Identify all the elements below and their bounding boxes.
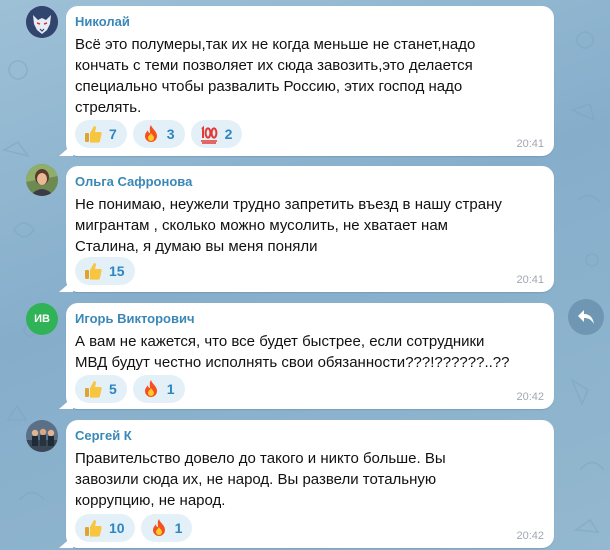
- message-time: 20:41: [516, 274, 544, 286]
- thumbs-up-icon: [85, 520, 102, 537]
- initials-avatar[interactable]: ИВ: [26, 303, 58, 335]
- wolf-avatar-icon[interactable]: [26, 6, 58, 38]
- message-time: 20:42: [516, 530, 544, 542]
- reaction-thumbs-up[interactable]: 5: [75, 375, 127, 403]
- message-text-line: специально чтобы развалить Россию, этих …: [75, 78, 463, 95]
- reaction-fire[interactable]: 1: [140, 514, 193, 542]
- reaction-thumbs-up[interactable]: 15: [75, 257, 135, 285]
- message-text: Правительство довело до такого и никто б…: [75, 448, 541, 511]
- thumbs-up-icon: [85, 126, 102, 143]
- reaction-thumbs-up[interactable]: 7: [75, 120, 127, 148]
- message-time: 20:42: [516, 391, 544, 403]
- message-bubble[interactable]: Николай Всё это полумеры,так их не когда…: [66, 6, 554, 156]
- reaction-fire[interactable]: 1: [132, 375, 185, 403]
- message-text-line: А вам не кажется, что все будет быстрее,…: [75, 333, 485, 350]
- message-bubble[interactable]: Ольга Сафронова Не понимаю, неужели труд…: [66, 166, 554, 292]
- reply-arrow-icon: [578, 310, 594, 324]
- reactions-bar: 5 1: [75, 375, 185, 403]
- thumbs-up-icon: [85, 381, 102, 398]
- fire-icon: [152, 519, 165, 536]
- message-text-line: завозили сюда их, не народ. Вы развели т…: [75, 471, 437, 488]
- group-photo-avatar[interactable]: [26, 420, 58, 452]
- reaction-count: 5: [109, 381, 117, 397]
- reactions-bar: 10 1: [75, 514, 193, 542]
- message-bubble[interactable]: Игорь Викторович А вам не кажется, что в…: [66, 303, 554, 409]
- woman-photo-avatar[interactable]: [26, 164, 58, 196]
- reactions-bar: 7 3 2: [75, 120, 243, 148]
- message-time: 20:41: [516, 138, 544, 150]
- message-text-line: Не понимаю, неужели трудно запретить въе…: [75, 196, 502, 213]
- avatar-initials: ИВ: [34, 313, 50, 325]
- sender-name[interactable]: Игорь Викторович: [75, 311, 195, 326]
- message-text: Всё это полумеры,так их не когда меньше …: [75, 34, 541, 118]
- reaction-hundred[interactable]: 2: [190, 120, 243, 148]
- message-text-line: стрелять.: [75, 99, 142, 116]
- message-text-line: мигрантам , сколько можно мусолить, не х…: [75, 217, 448, 234]
- reaction-count: 7: [109, 126, 117, 142]
- sender-name[interactable]: Ольга Сафронова: [75, 174, 192, 189]
- message-text: Не понимаю, неужели трудно запретить въе…: [75, 194, 541, 257]
- reaction-count: 1: [174, 520, 183, 536]
- reaction-count: 2: [224, 126, 233, 142]
- reaction-thumbs-up[interactable]: 10: [75, 514, 135, 542]
- thumbs-up-icon: [85, 263, 102, 280]
- reaction-fire[interactable]: 3: [132, 120, 185, 148]
- message-bubble[interactable]: Сергей К Правительство довело до такого …: [66, 420, 554, 548]
- reaction-count: 10: [109, 520, 125, 536]
- reaction-count: 1: [166, 381, 175, 397]
- message-text-line: Правительство довело до такого и никто б…: [75, 450, 446, 467]
- reactions-bar: 15: [75, 257, 135, 285]
- message-text-line: Всё это полумеры,так их не когда меньше …: [75, 36, 476, 53]
- sender-name[interactable]: Сергей К: [75, 428, 132, 443]
- message-text-line: Сталина, я думаю вы меня поняли: [75, 238, 318, 255]
- fire-icon: [144, 380, 157, 397]
- sender-name[interactable]: Николай: [75, 14, 130, 29]
- reaction-count: 15: [109, 263, 125, 279]
- message-text-line: кончать с теми позволяет их сюда завозит…: [75, 57, 473, 74]
- message-text-line: МВД будут честно исполнять свои обязанно…: [75, 354, 510, 371]
- fire-icon: [144, 125, 157, 142]
- message-text: А вам не кажется, что все будет быстрее,…: [75, 331, 541, 373]
- reaction-count: 3: [166, 126, 175, 142]
- reply-button[interactable]: [568, 299, 604, 335]
- message-text-line: коррупцию, не народ.: [75, 492, 226, 509]
- hundred-points-icon: [200, 125, 217, 144]
